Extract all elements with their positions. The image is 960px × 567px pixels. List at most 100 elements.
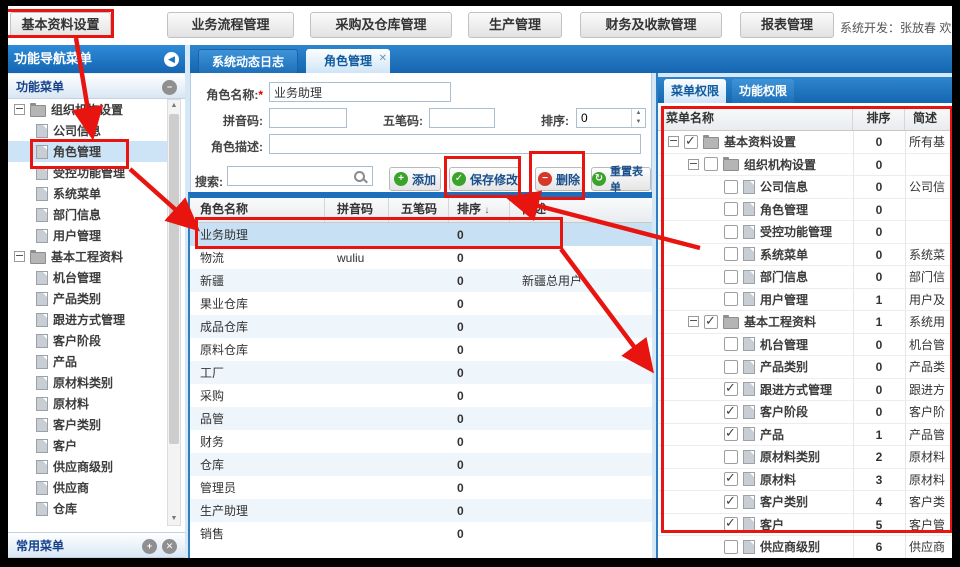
permission-row[interactable]: 机台管理0机台管 bbox=[658, 334, 952, 357]
col-role-name[interactable]: 角色名称 bbox=[190, 198, 325, 222]
checkbox[interactable] bbox=[724, 270, 738, 284]
checkbox[interactable] bbox=[724, 495, 738, 509]
search-icon[interactable] bbox=[354, 171, 365, 182]
table-row[interactable]: 生产助理0 bbox=[190, 499, 652, 522]
col-menu-name[interactable]: 菜单名称 bbox=[658, 106, 853, 130]
table-row[interactable]: 管理员0 bbox=[190, 476, 652, 499]
permission-row[interactable]: 组织机构设置0 bbox=[658, 154, 952, 177]
table-row[interactable]: 成品仓库0 bbox=[190, 315, 652, 338]
table-row[interactable]: 物流wuliu0 bbox=[190, 246, 652, 269]
table-row[interactable]: 采购0 bbox=[190, 384, 652, 407]
permission-grid-header[interactable]: 菜单名称 排序 简述 bbox=[658, 106, 952, 131]
checkbox[interactable] bbox=[724, 225, 738, 239]
expander-icon[interactable] bbox=[668, 136, 679, 147]
checkbox[interactable] bbox=[704, 157, 718, 171]
checkbox[interactable] bbox=[724, 180, 738, 194]
permission-row[interactable]: 基本资料设置0所有基 bbox=[658, 131, 952, 154]
checkbox[interactable] bbox=[724, 360, 738, 374]
permission-row[interactable]: 原材料类别2原材料 bbox=[658, 446, 952, 469]
col-pinyin[interactable]: 拼音码 bbox=[325, 198, 389, 222]
sidebar-item[interactable]: 受控功能管理 bbox=[8, 162, 167, 183]
expander-icon[interactable] bbox=[14, 104, 25, 115]
col-sort[interactable]: 排序 ↓ bbox=[449, 198, 510, 222]
top-menu-basic-data[interactable]: 基本资料设置 bbox=[10, 12, 111, 38]
collapse-section-icon[interactable]: − bbox=[162, 80, 177, 95]
checkbox[interactable] bbox=[724, 247, 738, 261]
checkbox[interactable] bbox=[724, 517, 738, 531]
checkbox[interactable] bbox=[724, 472, 738, 486]
table-row[interactable]: 业务助理0 bbox=[190, 223, 652, 246]
col-desc[interactable]: 简述 bbox=[510, 198, 652, 222]
checkbox[interactable] bbox=[724, 202, 738, 216]
tab-role-management[interactable]: 角色管理 ✕ bbox=[306, 49, 390, 73]
table-row[interactable]: 果业仓库0 bbox=[190, 292, 652, 315]
sidebar-scrollbar[interactable]: ▲ ▼ bbox=[167, 99, 181, 526]
delete-button[interactable]: − 删除 bbox=[535, 167, 583, 191]
permission-row[interactable]: 客户阶段0客户阶 bbox=[658, 401, 952, 424]
sort-input[interactable] bbox=[577, 109, 631, 127]
permission-row[interactable]: 基本工程资料1系统用 bbox=[658, 311, 952, 334]
tab-menu-permission[interactable]: 菜单权限 bbox=[664, 79, 726, 103]
sidebar-item[interactable]: 仓库 bbox=[8, 498, 167, 519]
sidebar-item[interactable]: 机台管理 bbox=[8, 267, 167, 288]
sidebar-item[interactable]: 原材料类别 bbox=[8, 372, 167, 393]
pinyin-input[interactable] bbox=[269, 108, 347, 128]
checkbox[interactable] bbox=[724, 405, 738, 419]
table-row[interactable]: 原料仓库0 bbox=[190, 338, 652, 361]
checkbox[interactable] bbox=[724, 382, 738, 396]
collapse-sidebar-icon[interactable]: ◀ bbox=[164, 52, 179, 67]
role-name-input[interactable] bbox=[269, 82, 451, 102]
checkbox[interactable] bbox=[724, 292, 738, 306]
expander-icon[interactable] bbox=[688, 159, 699, 170]
checkbox[interactable] bbox=[724, 337, 738, 351]
permission-row[interactable]: 客户类别4客户类 bbox=[658, 491, 952, 514]
top-menu-production[interactable]: 生产管理 bbox=[468, 12, 562, 38]
expander-icon[interactable] bbox=[14, 251, 25, 262]
col-menu-sort[interactable]: 排序 bbox=[853, 106, 905, 130]
sidebar-item[interactable]: 公司信息 bbox=[8, 120, 167, 141]
top-menu-business-flow[interactable]: 业务流程管理 bbox=[167, 12, 294, 38]
table-row[interactable]: 品管0 bbox=[190, 407, 652, 430]
permission-row[interactable]: 部门信息0部门信 bbox=[658, 266, 952, 289]
scrollbar-thumb[interactable] bbox=[169, 114, 179, 444]
table-row[interactable]: 销售0 bbox=[190, 522, 652, 545]
remove-favorite-icon[interactable]: ✕ bbox=[162, 539, 177, 554]
roles-grid-header[interactable]: 角色名称 拼音码 五笔码 排序 ↓ 简述 bbox=[190, 198, 652, 223]
col-menu-desc[interactable]: 简述 bbox=[905, 106, 952, 130]
stepper-down-icon[interactable]: ▼ bbox=[632, 118, 645, 127]
add-button[interactable]: + 添加 bbox=[389, 167, 441, 191]
permission-row[interactable]: 系统菜单0系统菜 bbox=[658, 244, 952, 267]
permission-row[interactable]: 原材料3原材料 bbox=[658, 469, 952, 492]
tab-function-permission[interactable]: 功能权限 bbox=[732, 79, 794, 103]
top-menu-finance[interactable]: 财务及收款管理 bbox=[580, 12, 722, 38]
sidebar-item[interactable]: 客户阶段 bbox=[8, 330, 167, 351]
permission-row[interactable]: 角色管理0 bbox=[658, 199, 952, 222]
sidebar-item[interactable]: 客户 bbox=[8, 435, 167, 456]
close-tab-icon[interactable]: ✕ bbox=[379, 47, 387, 71]
role-desc-input[interactable] bbox=[269, 134, 641, 154]
top-menu-purchase-warehouse[interactable]: 采购及仓库管理 bbox=[310, 12, 452, 38]
sidebar-item[interactable]: 原材料 bbox=[8, 393, 167, 414]
checkbox[interactable] bbox=[724, 450, 738, 464]
sidebar-item[interactable]: 供应商级别 bbox=[8, 456, 167, 477]
table-row[interactable]: 工厂0 bbox=[190, 361, 652, 384]
add-favorite-icon[interactable]: + bbox=[142, 539, 157, 554]
permission-row[interactable]: 产品类别0产品类 bbox=[658, 356, 952, 379]
sort-stepper[interactable]: ▲ ▼ bbox=[576, 108, 646, 128]
reset-button[interactable]: ↻ 重置表单 bbox=[591, 167, 651, 191]
sidebar-item[interactable]: 组织机构设置 bbox=[8, 99, 167, 120]
sidebar-item[interactable]: 产品类别 bbox=[8, 288, 167, 309]
scroll-down-icon[interactable]: ▼ bbox=[168, 513, 180, 525]
scroll-up-icon[interactable]: ▲ bbox=[168, 100, 180, 112]
checkbox[interactable] bbox=[724, 427, 738, 441]
permission-row[interactable]: 产品1产品管 bbox=[658, 424, 952, 447]
expander-icon[interactable] bbox=[688, 316, 699, 327]
tab-system-log[interactable]: 系统动态日志 bbox=[198, 49, 298, 73]
permission-row[interactable]: 客户5客户管 bbox=[658, 514, 952, 537]
sidebar-item[interactable]: 基本工程资料 bbox=[8, 246, 167, 267]
search-input[interactable] bbox=[227, 166, 373, 186]
wubi-input[interactable] bbox=[429, 108, 495, 128]
checkbox[interactable] bbox=[704, 315, 718, 329]
sidebar-item[interactable]: 角色管理 bbox=[8, 141, 167, 162]
sidebar-item[interactable]: 供应商 bbox=[8, 477, 167, 498]
